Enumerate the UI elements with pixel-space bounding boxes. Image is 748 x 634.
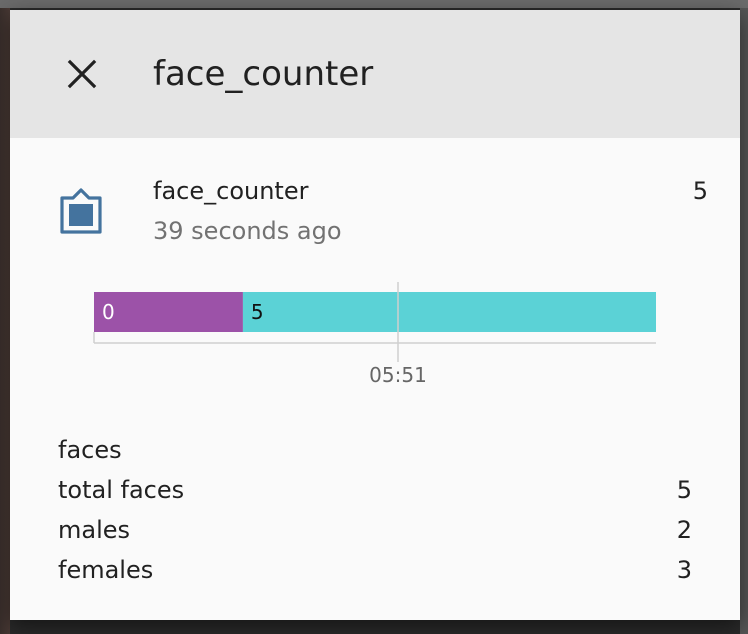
timeline-segment[interactable] bbox=[242, 292, 656, 332]
last-changed: 39 seconds ago bbox=[153, 217, 342, 245]
entity-name: face_counter bbox=[153, 177, 309, 205]
attribute-value: 5 bbox=[676, 476, 692, 504]
close-button[interactable] bbox=[60, 52, 104, 96]
attribute-value: 3 bbox=[676, 556, 692, 584]
dialog-title: face_counter bbox=[153, 54, 374, 94]
more-info-dialog: face_counter face_counter 39 seconds ago… bbox=[10, 10, 740, 620]
attribute-value: 2 bbox=[676, 516, 692, 544]
timeline-segment-label: 0 bbox=[102, 300, 115, 324]
timeline-tick-label: 05:51 bbox=[369, 363, 427, 387]
clipboard-account-icon bbox=[60, 188, 102, 234]
entity-state: 5 bbox=[692, 177, 708, 205]
attributes-heading: faces bbox=[58, 436, 122, 464]
attribute-name: females bbox=[58, 556, 154, 584]
timeline-segment-label: 5 bbox=[251, 300, 264, 324]
background-top-bar bbox=[0, 0, 748, 8]
attribute-row: total faces 5 bbox=[58, 470, 692, 510]
attribute-name: males bbox=[58, 516, 131, 544]
timeline-segment[interactable] bbox=[94, 292, 243, 332]
dialog-header: face_counter bbox=[10, 10, 740, 138]
attribute-row: males 2 bbox=[58, 510, 692, 550]
attribute-name: total faces bbox=[58, 476, 185, 504]
attribute-row: females 3 bbox=[58, 550, 692, 590]
attributes-list: faces total faces 5 males 2 females 3 bbox=[58, 430, 692, 590]
close-icon bbox=[67, 59, 97, 89]
